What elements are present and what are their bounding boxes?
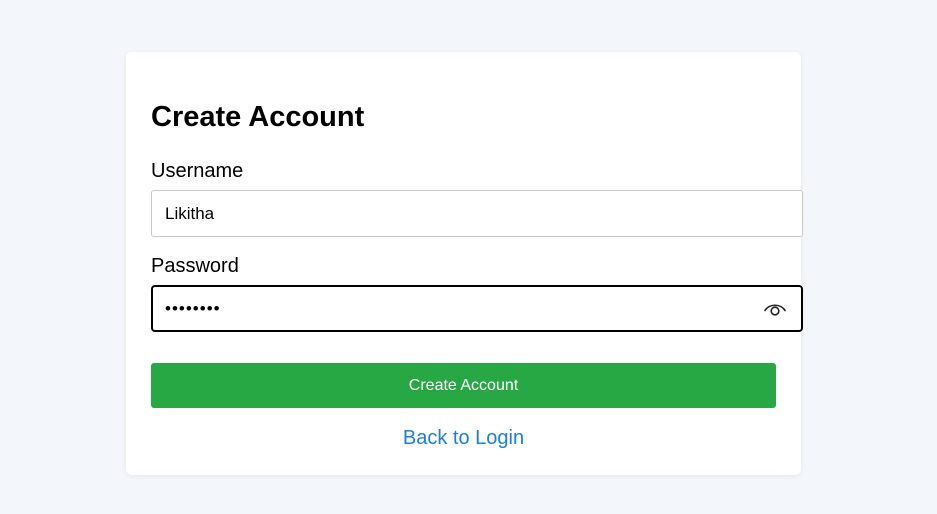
page-title: Create Account: [151, 101, 365, 133]
password-input[interactable]: [151, 285, 803, 332]
back-to-login-link[interactable]: Back to Login: [151, 425, 776, 451]
username-label: Username: [151, 160, 244, 182]
eye-icon: [764, 304, 786, 316]
create-account-button[interactable]: Create Account: [151, 363, 776, 408]
show-password-toggle[interactable]: [760, 297, 790, 321]
username-input[interactable]: [151, 190, 803, 237]
password-label: Password: [151, 255, 239, 277]
